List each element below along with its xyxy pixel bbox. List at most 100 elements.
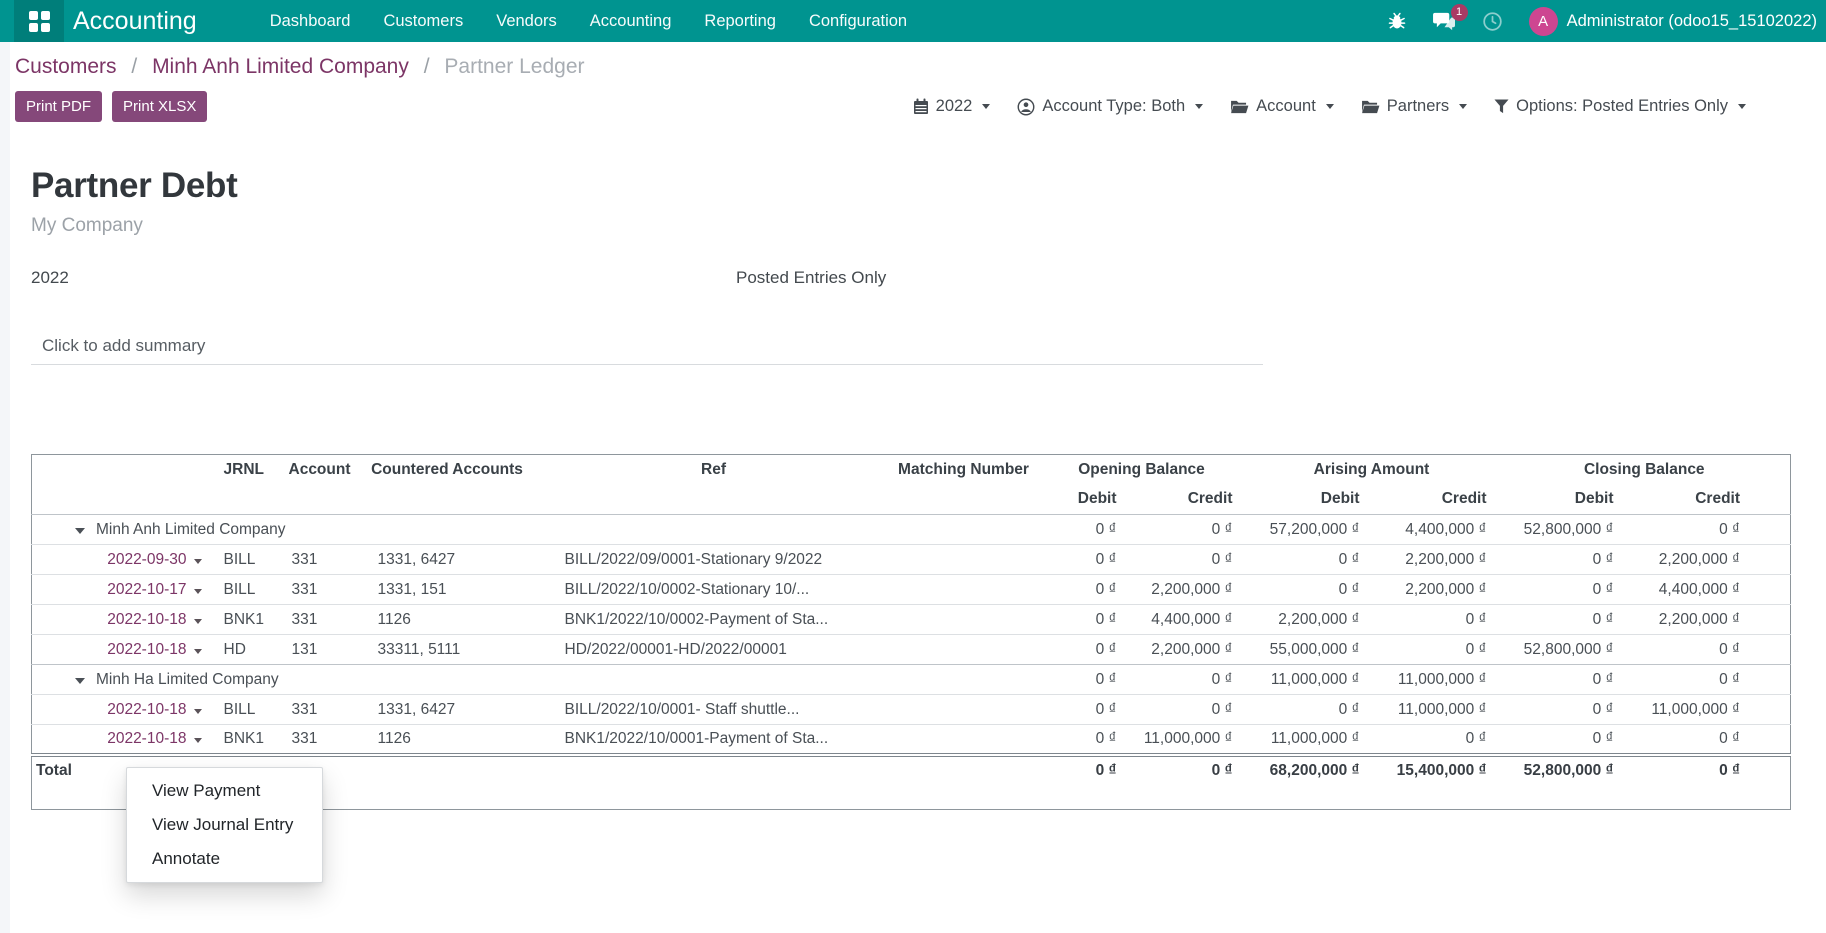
account-filter-label: Account <box>1256 97 1316 116</box>
line-countered-accounts: 33311, 5111 <box>356 635 539 665</box>
header-matching: Matching Number <box>889 455 1039 485</box>
control-panel: Customers / Minh Anh Limited Company / P… <box>0 42 1826 122</box>
collapse-caret-icon[interactable] <box>75 678 85 684</box>
breadcrumb-customers[interactable]: Customers <box>15 55 117 78</box>
context-menu-item-view-payment[interactable]: View Payment <box>127 774 322 808</box>
header-closing-debit: Debit <box>1499 485 1626 515</box>
amount-cell: 0 ₫ <box>1039 695 1129 725</box>
line-date-dropdown[interactable]: 2022-10-17 <box>32 575 212 605</box>
amount-cell: 0 ₫ <box>1039 755 1129 810</box>
options-filter-label: Options: Posted Entries Only <box>1516 97 1728 116</box>
line-account: 331 <box>284 605 356 635</box>
line-date-dropdown[interactable]: 2022-10-18 <box>32 635 212 665</box>
line-date-dropdown[interactable]: 2022-10-18 <box>32 605 212 635</box>
header-arising-amount: Arising Amount <box>1245 455 1499 485</box>
amount-cell: 11,000,000 ₫ <box>1372 665 1499 695</box>
activities-clock-icon[interactable] <box>1482 11 1503 32</box>
line-countered-accounts: 1331, 151 <box>356 575 539 605</box>
apps-menu-button[interactable] <box>14 0 64 42</box>
line-journal: HD <box>212 635 284 665</box>
context-menu-item-annotate[interactable]: Annotate <box>127 842 322 876</box>
amount-cell: 52,800,000 ₫ <box>1499 635 1626 665</box>
top-navbar: Accounting Dashboard Customers Vendors Acco… <box>0 0 1826 42</box>
print-xlsx-button[interactable]: Print XLSX <box>112 91 207 122</box>
folder-open-icon <box>1230 99 1249 114</box>
amount-cell: 0 ₫ <box>1372 605 1499 635</box>
chevron-down-icon <box>982 104 990 109</box>
amount-cell: 4,400,000 ₫ <box>1372 515 1499 545</box>
ledger-line-row: 2022-10-18BILL3311331, 6427BILL/2022/10/… <box>32 695 1791 725</box>
amount-cell: 0 ₫ <box>1245 695 1372 725</box>
line-date-dropdown[interactable]: 2022-10-18 <box>32 725 212 755</box>
line-matching-number <box>889 695 1039 725</box>
messages-button[interactable]: 1 <box>1433 11 1456 32</box>
partners-filter[interactable]: Partners <box>1361 97 1467 116</box>
line-matching-number <box>889 575 1039 605</box>
user-menu[interactable]: A Administrator (odoo15_15102022) <box>1529 7 1817 36</box>
amount-cell: 0 ₫ <box>1039 545 1129 575</box>
amount-cell: 4,400,000 ₫ <box>1129 605 1245 635</box>
navbar-menu-configuration[interactable]: Configuration <box>809 12 907 31</box>
amount-cell: 0 ₫ <box>1039 515 1129 545</box>
amount-cell: 0 ₫ <box>1499 725 1626 755</box>
amount-cell: 0 ₫ <box>1245 545 1372 575</box>
navbar-menu-reporting[interactable]: Reporting <box>704 12 776 31</box>
report-sheet: Partner Debt My Company 2022 Posted Entr… <box>0 166 1826 810</box>
line-context-menu: View PaymentView Journal EntryAnnotate <box>126 767 323 883</box>
header-opening-debit: Debit <box>1039 485 1129 515</box>
account-type-filter[interactable]: Account Type: Both <box>1017 97 1203 116</box>
amount-cell: 0 ₫ <box>1499 575 1626 605</box>
amount-cell: 0 ₫ <box>1129 545 1245 575</box>
header-jrnl: JRNL <box>212 455 284 485</box>
partner-name: Minh Ha Limited Company <box>96 671 279 688</box>
breadcrumb-current: Partner Ledger <box>444 55 584 78</box>
navbar-menu-accounting[interactable]: Accounting <box>590 12 672 31</box>
target-moves: Posted Entries Only <box>736 268 886 288</box>
report-title: Partner Debt <box>31 166 1826 206</box>
line-date: 2022-09-30 <box>107 551 186 568</box>
filter-bar: 2022 Account Type: Both Account <box>913 97 1746 116</box>
account-filter[interactable]: Account <box>1230 97 1334 116</box>
breadcrumb: Customers / Minh Anh Limited Company / P… <box>15 55 1826 79</box>
table-header-row-1: JRNL Account Countered Accounts Ref Matc… <box>32 455 1791 485</box>
line-matching-number <box>889 635 1039 665</box>
amount-cell: 52,800,000 ₫ <box>1499 515 1626 545</box>
navbar-menu-vendors[interactable]: Vendors <box>496 12 557 31</box>
partners-filter-label: Partners <box>1387 97 1449 116</box>
amount-cell: 52,800,000 ₫ <box>1499 755 1626 810</box>
navbar-menu-customers[interactable]: Customers <box>383 12 463 31</box>
calendar-icon <box>913 98 929 115</box>
line-journal: BILL <box>212 575 284 605</box>
partner-group-row: Minh Anh Limited Company0 ₫0 ₫57,200,000… <box>32 515 1791 545</box>
breadcrumb-partner[interactable]: Minh Anh Limited Company <box>152 55 409 78</box>
line-ref: BILL/2022/10/0002-Stationary 10/... <box>539 575 889 605</box>
context-menu-item-view-journal-entry[interactable]: View Journal Entry <box>127 808 322 842</box>
date-filter[interactable]: 2022 <box>913 97 991 116</box>
options-filter[interactable]: Options: Posted Entries Only <box>1494 97 1746 116</box>
line-date-dropdown[interactable]: 2022-10-18 <box>32 695 212 725</box>
summary-placeholder[interactable]: Click to add summary <box>31 336 1263 365</box>
amount-cell: 11,000,000 ₫ <box>1626 695 1791 725</box>
chevron-down-icon <box>1326 104 1334 109</box>
app-title[interactable]: Accounting <box>73 7 197 36</box>
amount-cell: 11,000,000 ₫ <box>1245 665 1372 695</box>
amount-cell: 0 ₫ <box>1626 515 1791 545</box>
messages-badge: 1 <box>1451 4 1468 21</box>
navbar-menu-dashboard[interactable]: Dashboard <box>270 12 351 31</box>
amount-cell: 57,200,000 ₫ <box>1245 515 1372 545</box>
header-closing-credit: Credit <box>1626 485 1791 515</box>
line-account: 131 <box>284 635 356 665</box>
line-ref: BNK1/2022/10/0002-Payment of Sta... <box>539 605 889 635</box>
debug-bug-icon[interactable] <box>1387 11 1407 31</box>
chevron-down-icon <box>194 589 202 594</box>
amount-cell: 2,200,000 ₫ <box>1372 575 1499 605</box>
header-ref: Ref <box>539 455 889 485</box>
actions-row: Print PDF Print XLSX 2022 Account Ty <box>15 91 1826 122</box>
header-arising-credit: Credit <box>1372 485 1499 515</box>
amount-cell: 0 ₫ <box>1039 605 1129 635</box>
print-pdf-button[interactable]: Print PDF <box>15 91 102 122</box>
chevron-down-icon <box>1459 104 1467 109</box>
avatar: A <box>1529 7 1558 36</box>
line-date-dropdown[interactable]: 2022-09-30 <box>32 545 212 575</box>
collapse-caret-icon[interactable] <box>75 528 85 534</box>
